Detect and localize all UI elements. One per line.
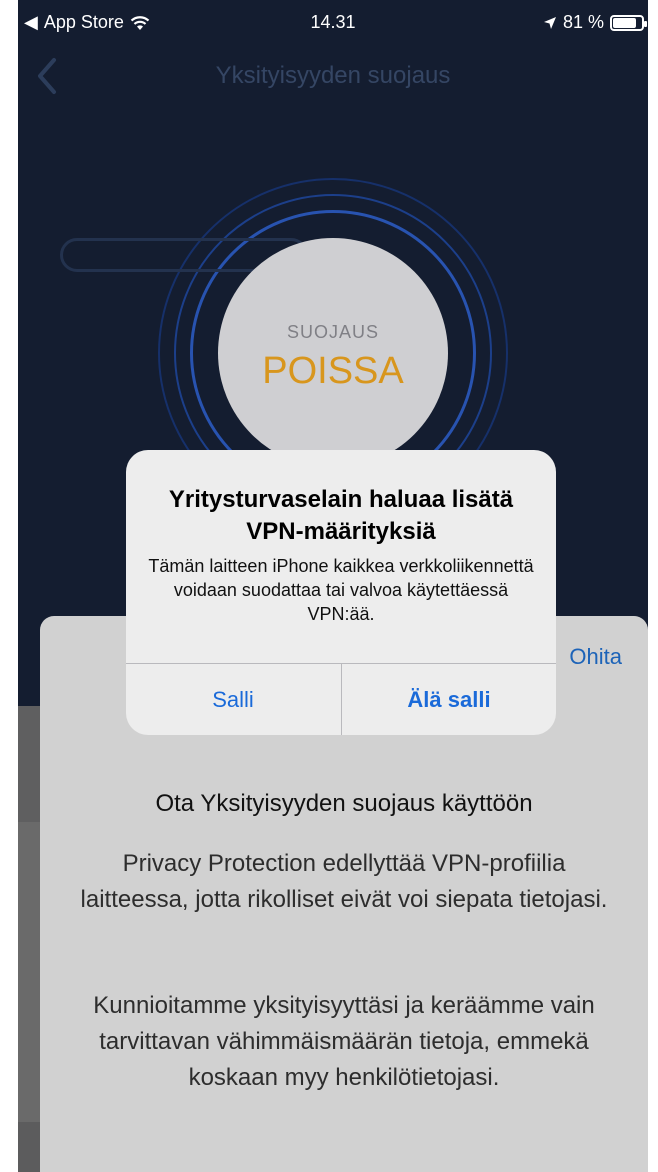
status-bar: ◀ App Store 14.31 81 % [18,0,648,44]
alert-title: Yritysturvaselain haluaa lisätä VPN-määr… [168,486,514,545]
app-screen: SUOJAUS POISSA ◀ App Store 14.31 81 % Yk… [18,0,648,1172]
alert-message: Tämän laitteen iPhone kaikkea verkkoliik… [148,556,534,624]
sheet-title: Ota Yksityisyyden suojaus käyttöön [155,790,533,817]
privacy-statement-text: Kunnioitamme yksityisyyttäsi ja keräämme… [93,992,595,1091]
protection-status: POISSA [262,350,404,392]
status-right: 81 % [543,12,647,33]
protection-status-circle[interactable]: SUOJAUS POISSA [218,238,448,468]
protection-label: SUOJAUS [286,322,380,342]
navigation-bar: Yksityisyyden suojaus [18,48,648,102]
skip-button[interactable]: Ohita [569,644,622,670]
page-title: Yksityisyyden suojaus [215,62,451,89]
allow-button[interactable]: Salli [126,664,340,735]
location-arrow-icon [543,16,556,29]
vpn-requirement-text: Privacy Protection edellyttää VPN-profii… [80,850,608,913]
vpn-permission-alert: Yritysturvaselain haluaa lisätä VPN-määr… [126,450,556,735]
dont-allow-button[interactable]: Älä salli [342,664,556,735]
battery-icon [610,14,647,31]
battery-percent: 81 % [562,12,604,32]
